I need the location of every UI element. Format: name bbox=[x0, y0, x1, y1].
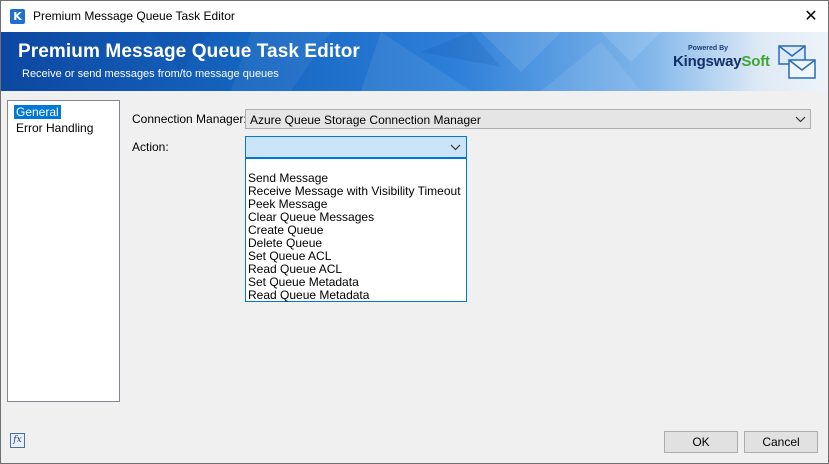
mail-stack-icon bbox=[778, 45, 816, 79]
logo-wordmark-main: Kingsway bbox=[673, 53, 742, 70]
connection-manager-label: Connection Manager: bbox=[132, 112, 247, 126]
action-select[interactable] bbox=[245, 136, 467, 158]
title-bar[interactable]: K Premium Message Queue Task Editor ✕ bbox=[1, 1, 828, 32]
action-option-read-queue-metadata[interactable]: Read Queue Metadata bbox=[248, 289, 369, 302]
dialog-window: K Premium Message Queue Task Editor ✕ Pr… bbox=[0, 0, 829, 464]
chevron-down-icon bbox=[450, 144, 461, 151]
action-dropdown-list: Send Message Receive Message with Visibi… bbox=[245, 158, 467, 302]
action-label: Action: bbox=[132, 140, 169, 154]
nav-item-error-handling[interactable]: Error Handling bbox=[14, 121, 95, 135]
header-banner: Premium Message Queue Task Editor Receiv… bbox=[1, 32, 828, 91]
logo-wordmark: KingswaySoft bbox=[673, 53, 770, 70]
window-title: Premium Message Queue Task Editor bbox=[33, 9, 235, 23]
banner-title: Premium Message Queue Task Editor bbox=[18, 41, 360, 62]
banner-subtitle: Receive or send messages from/to message… bbox=[22, 68, 279, 80]
logo-wordmark-accent: Soft bbox=[741, 53, 770, 70]
logo-powered-by: Powered By bbox=[688, 45, 729, 52]
navigation-panel: General Error Handling bbox=[7, 100, 120, 402]
close-icon[interactable]: ✕ bbox=[799, 5, 823, 27]
app-logo-icon: K bbox=[10, 9, 25, 24]
connection-manager-value: Azure Queue Storage Connection Manager bbox=[250, 113, 481, 127]
kingswaysoft-logo: Powered By KingswaySoft bbox=[673, 45, 770, 77]
connection-manager-select[interactable]: Azure Queue Storage Connection Manager bbox=[245, 109, 811, 129]
chevron-down-icon bbox=[795, 116, 806, 123]
cancel-button[interactable]: Cancel bbox=[744, 431, 818, 453]
ok-button[interactable]: OK bbox=[664, 431, 738, 453]
expression-fx-icon[interactable]: fx bbox=[10, 433, 25, 448]
nav-item-general[interactable]: General bbox=[14, 105, 61, 119]
